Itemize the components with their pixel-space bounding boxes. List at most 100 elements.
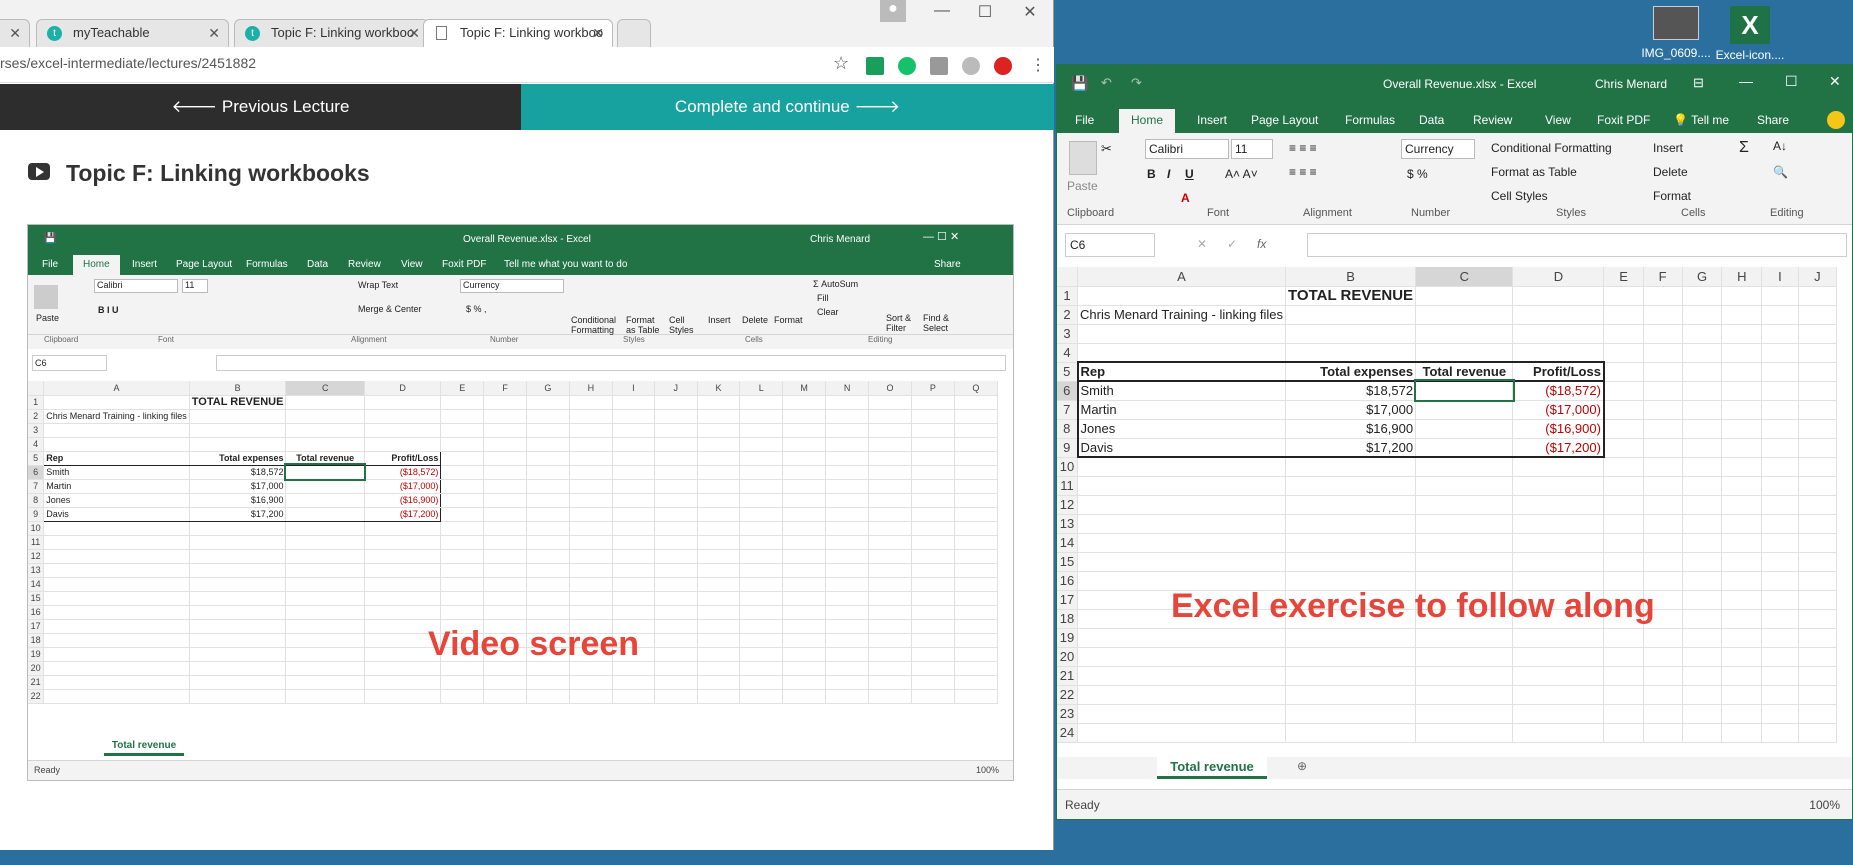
cell-F24[interactable] xyxy=(1643,723,1683,743)
cell-A2[interactable]: Chris Menard Training - linking files xyxy=(1077,305,1287,325)
cut-icon[interactable]: ✂ xyxy=(1101,141,1112,157)
cell-J23[interactable] xyxy=(1798,704,1837,724)
excel-grid[interactable]: A B C D E F G H I J 1 TOTAL REVENUE 2 Chris Menard Tr… xyxy=(1057,267,1837,755)
cell-N15[interactable] xyxy=(825,591,870,606)
cell-D1[interactable] xyxy=(364,395,442,410)
cell-C14[interactable] xyxy=(1415,533,1514,553)
cell-I16[interactable] xyxy=(612,605,656,620)
cell-G8[interactable] xyxy=(1682,419,1723,439)
select-all-corner[interactable] xyxy=(28,381,45,396)
format-table-button[interactable]: Format as Table xyxy=(1491,165,1577,179)
cell-M7[interactable] xyxy=(782,479,827,494)
cell-D7[interactable]: ($17,000) xyxy=(1512,400,1605,420)
cell-M16[interactable] xyxy=(782,605,827,620)
cell-Q6[interactable] xyxy=(954,465,998,480)
cell-J7[interactable] xyxy=(1798,400,1837,420)
cell-O15[interactable] xyxy=(868,591,913,606)
cell-G13[interactable] xyxy=(1682,514,1723,534)
cell-D19[interactable] xyxy=(1512,628,1605,648)
cell-Q16[interactable] xyxy=(954,605,998,620)
cell-O6[interactable] xyxy=(868,465,913,480)
font-size-box[interactable]: 11 xyxy=(1231,139,1273,159)
cell-M21[interactable] xyxy=(782,675,827,690)
cell-J19[interactable] xyxy=(654,647,698,662)
cell-D12[interactable] xyxy=(364,549,442,564)
cell-D3[interactable] xyxy=(364,423,442,438)
column-header[interactable]: O xyxy=(868,381,913,396)
cell-O16[interactable] xyxy=(868,605,913,620)
column-header[interactable]: M xyxy=(782,381,827,396)
cell-O5[interactable] xyxy=(868,451,913,466)
cell-E9[interactable] xyxy=(440,507,485,522)
cell-J17[interactable] xyxy=(654,619,698,634)
cell-I7[interactable] xyxy=(612,479,656,494)
tell-me-box[interactable]: 💡 Tell me xyxy=(1673,113,1729,127)
cell-I10[interactable] xyxy=(1761,457,1799,477)
column-header[interactable]: G xyxy=(526,381,570,396)
row-header[interactable]: 16 xyxy=(1057,571,1078,591)
cell-G9[interactable] xyxy=(526,507,570,522)
column-header[interactable]: J xyxy=(1798,267,1837,287)
cell-F4[interactable] xyxy=(483,437,527,452)
cell-H15[interactable] xyxy=(569,591,613,606)
cell-J24[interactable] xyxy=(1798,723,1837,743)
cell-G13[interactable] xyxy=(526,563,570,578)
cell-A19[interactable] xyxy=(43,647,190,662)
cell-H10[interactable] xyxy=(569,521,613,536)
cell-E20[interactable] xyxy=(1603,647,1644,667)
cell-I5[interactable] xyxy=(612,451,656,466)
cell-Q7[interactable] xyxy=(954,479,998,494)
cell-A1[interactable] xyxy=(43,395,190,410)
cell-D15[interactable] xyxy=(1512,552,1605,572)
cell-A20[interactable] xyxy=(43,661,190,676)
cell-J14[interactable] xyxy=(1798,533,1837,553)
row-header[interactable]: 17 xyxy=(28,619,45,634)
cell-C15[interactable] xyxy=(285,591,365,606)
cell-H14[interactable] xyxy=(1721,533,1763,553)
cell-B14[interactable] xyxy=(189,577,287,592)
cell-B8[interactable]: $16,900 xyxy=(189,493,287,508)
cell-D9[interactable]: ($17,200) xyxy=(1512,438,1605,458)
cell-I2[interactable] xyxy=(612,409,656,424)
cell-Q21[interactable] xyxy=(954,675,998,690)
cell-G6[interactable] xyxy=(1682,381,1723,401)
cell-M3[interactable] xyxy=(782,423,827,438)
cell-N21[interactable] xyxy=(825,675,870,690)
cell-D2[interactable] xyxy=(1512,305,1605,325)
cell-J18[interactable] xyxy=(654,633,698,648)
cell-I14[interactable] xyxy=(612,577,656,592)
cell-M10[interactable] xyxy=(782,521,827,536)
cell-D4[interactable] xyxy=(364,437,442,452)
cell-L12[interactable] xyxy=(739,549,784,564)
cell-G7[interactable] xyxy=(1682,400,1723,420)
cell-F20[interactable] xyxy=(1643,647,1683,667)
cell-I4[interactable] xyxy=(612,437,656,452)
cell-E2[interactable] xyxy=(1603,305,1644,325)
profile-icon[interactable]: ● xyxy=(880,0,906,22)
cell-K7[interactable] xyxy=(697,479,741,494)
cell-B22[interactable] xyxy=(189,689,287,704)
cell-O4[interactable] xyxy=(868,437,913,452)
tab-page-layout[interactable]: Page Layout xyxy=(1251,113,1318,127)
cell-M17[interactable] xyxy=(782,619,827,634)
cell-E12[interactable] xyxy=(1603,495,1644,515)
cell-E11[interactable] xyxy=(440,535,485,550)
cell-E3[interactable] xyxy=(1603,324,1644,344)
minimize-button[interactable]: — xyxy=(922,2,962,20)
row-header[interactable]: 5 xyxy=(28,451,45,466)
cell-F9[interactable] xyxy=(1643,438,1683,458)
cell-O21[interactable] xyxy=(868,675,913,690)
cell-O20[interactable] xyxy=(868,661,913,676)
cell-O12[interactable] xyxy=(868,549,913,564)
maximize-button[interactable]: ☐ xyxy=(1785,73,1798,90)
cell-E1[interactable] xyxy=(1603,286,1644,306)
cell-J12[interactable] xyxy=(1798,495,1837,515)
cell-D5[interactable]: Profit/Loss xyxy=(1512,361,1605,382)
cell-F6[interactable] xyxy=(1643,381,1683,401)
cell-P5[interactable] xyxy=(911,451,955,466)
cell-O19[interactable] xyxy=(868,647,913,662)
cell-B17[interactable] xyxy=(189,619,287,634)
row-header[interactable]: 1 xyxy=(28,395,45,410)
formula-bar[interactable] xyxy=(1307,233,1847,257)
row-header[interactable]: 21 xyxy=(1057,666,1078,686)
